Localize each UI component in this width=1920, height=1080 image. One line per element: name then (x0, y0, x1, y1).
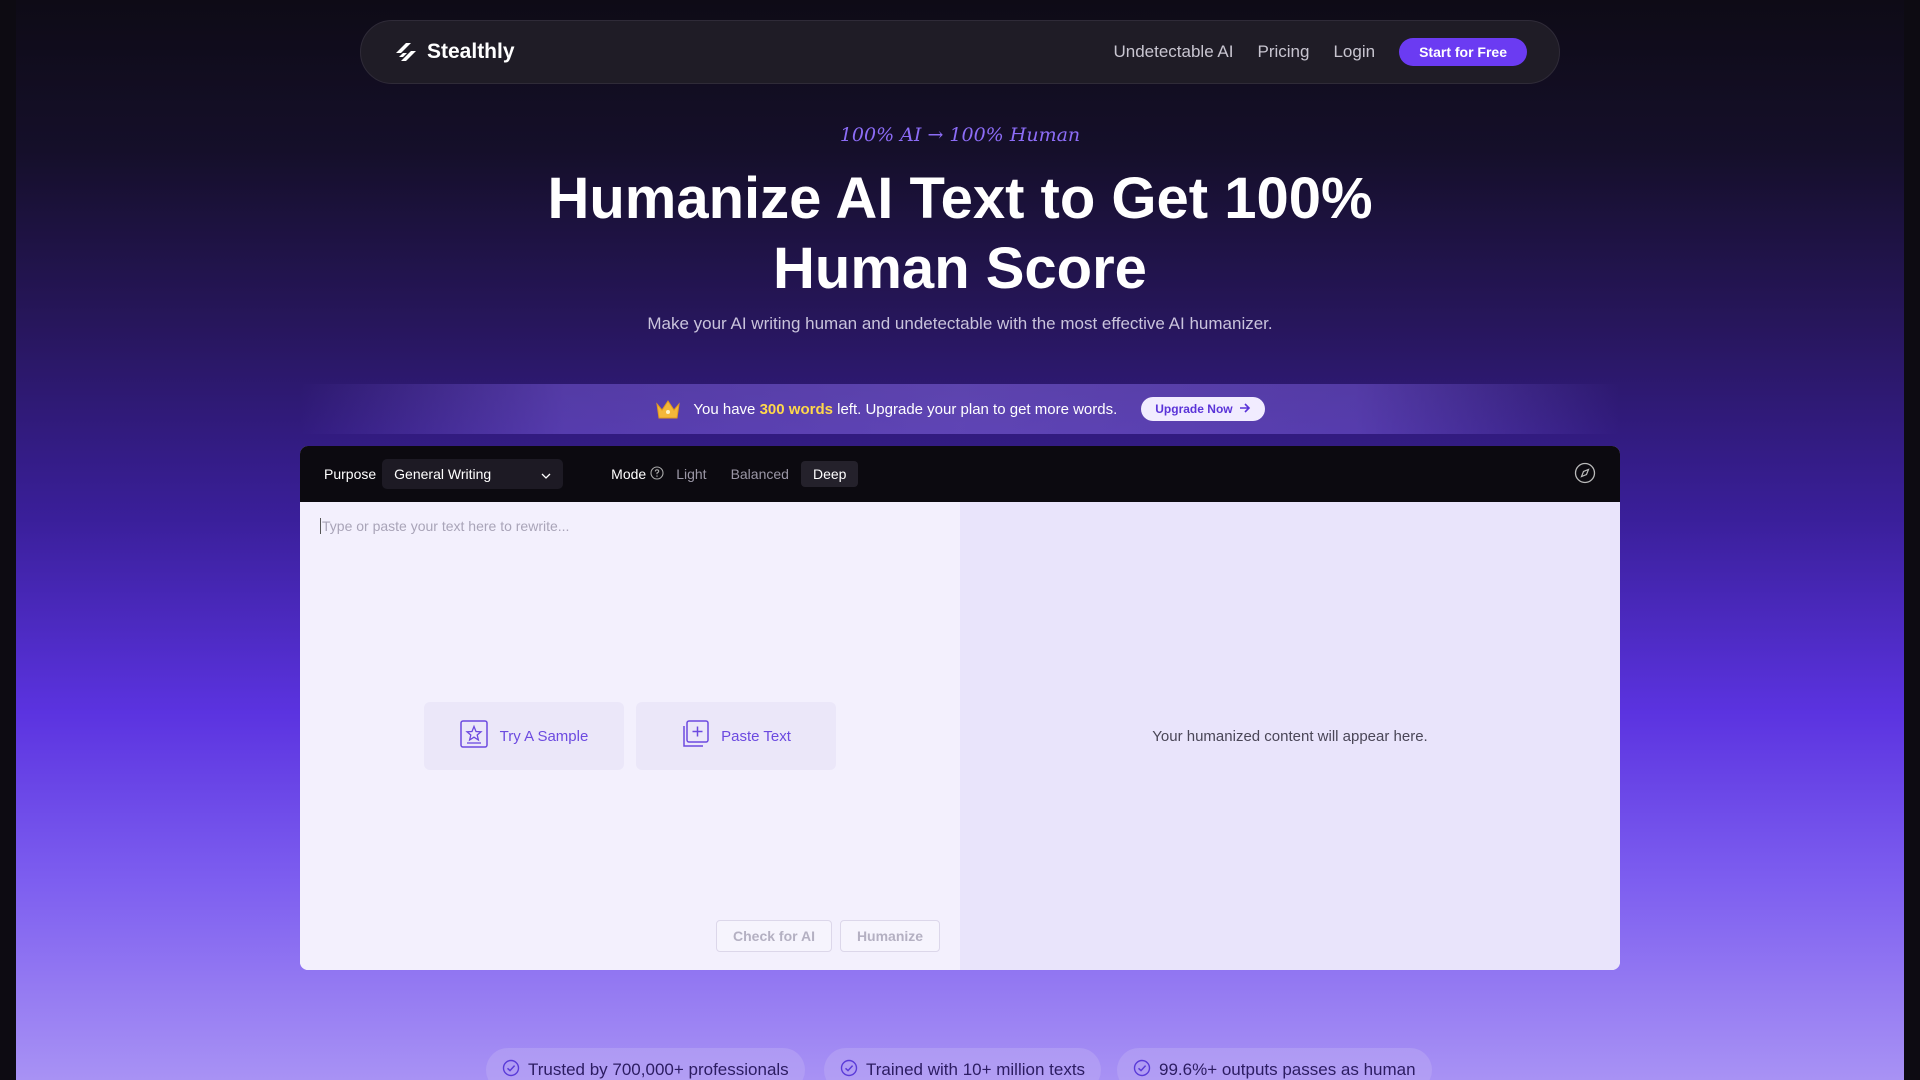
trust-badge-label: Trained with 10+ million texts (866, 1060, 1086, 1079)
editor-toolbar: Purpose General Writing Mode Light Balan… (300, 446, 1620, 502)
upgrade-now-label: Upgrade Now (1155, 402, 1233, 416)
trust-badge-trained: Trained with 10+ million texts (824, 1048, 1102, 1080)
logo-icon (393, 39, 419, 65)
output-placeholder: Your humanized content will appear here. (1152, 727, 1428, 745)
trust-badge-professionals: Trusted by 700,000+ professionals (486, 1048, 805, 1080)
nav-link-login[interactable]: Login (1333, 42, 1375, 62)
input-placeholder[interactable]: Type or paste your text here to rewrite.… (320, 518, 569, 534)
banner-text: You have 300 words left. Upgrade your pl… (693, 401, 1117, 418)
help-icon[interactable] (650, 465, 664, 483)
check-circle-icon (502, 1059, 520, 1080)
top-navbar: Stealthly Undetectable AI Pricing Login … (360, 20, 1560, 84)
mode-label-text: Mode (611, 466, 647, 482)
start-for-free-button[interactable]: Start for Free (1399, 38, 1527, 66)
star-icon (459, 720, 488, 752)
hero-title: Humanize AI Text to Get 100% Human Score (547, 166, 1373, 301)
chevron-down-icon (541, 466, 551, 482)
paste-text-label: Paste Text (721, 727, 791, 745)
check-circle-icon (840, 1059, 858, 1080)
humanizer-editor: Purpose General Writing Mode Light Balan… (300, 446, 1620, 970)
banner-text-suffix: left. Upgrade your plan to get more word… (832, 400, 1118, 418)
hero-eyebrow: 100% AI → 100% Human (839, 124, 1081, 146)
trust-badge-label: 99.6%+ outputs passes as human (1159, 1060, 1416, 1079)
trust-badge-label: Trusted by 700,000+ professionals (528, 1060, 789, 1079)
try-sample-button[interactable]: Try A Sample (424, 702, 624, 770)
check-circle-icon (1133, 1059, 1151, 1080)
mode-option-light[interactable]: Light (664, 461, 718, 487)
editor-panes: Type or paste your text here to rewrite.… (300, 502, 1620, 970)
brand-logo[interactable]: Stealthly (393, 39, 515, 65)
arrow-right-icon (1239, 402, 1251, 416)
output-pane: Your humanized content will appear here. (960, 502, 1620, 970)
upgrade-now-button[interactable]: Upgrade Now (1141, 397, 1265, 421)
mode-option-balanced[interactable]: Balanced (719, 461, 801, 487)
purpose-label: Purpose (324, 466, 377, 482)
paste-icon (681, 720, 709, 752)
mode-option-deep[interactable]: Deep (800, 461, 859, 487)
input-pane[interactable]: Type or paste your text here to rewrite.… (300, 502, 960, 970)
nav-links: Undetectable AI Pricing Login Start for … (1113, 38, 1527, 66)
mode-label: Mode (611, 465, 664, 483)
purpose-select-value: General Writing (394, 466, 492, 482)
nav-link-undetectable-ai[interactable]: Undetectable AI (1113, 42, 1233, 62)
check-for-ai-button[interactable]: Check for AI (716, 920, 832, 952)
hero-subtitle: Make your AI writing human and undetecta… (647, 314, 1273, 333)
paste-text-button[interactable]: Paste Text (636, 702, 836, 770)
humanize-button[interactable]: Humanize (840, 920, 940, 952)
nav-link-pricing[interactable]: Pricing (1258, 42, 1310, 62)
words-left-count: 300 words (759, 400, 833, 418)
page-edge-left (0, 0, 16, 1080)
trust-badge-outputs: 99.6%+ outputs passes as human (1117, 1048, 1432, 1080)
crown-icon (655, 398, 681, 420)
purpose-select[interactable]: General Writing (382, 459, 564, 489)
page-edge-right (1904, 0, 1920, 1080)
word-limit-banner: You have 300 words left. Upgrade your pl… (300, 384, 1620, 434)
brand-name: Stealthly (427, 40, 515, 63)
compass-icon[interactable] (1574, 462, 1596, 487)
banner-text-prefix: You have (693, 400, 760, 418)
try-sample-label: Try A Sample (499, 727, 589, 745)
